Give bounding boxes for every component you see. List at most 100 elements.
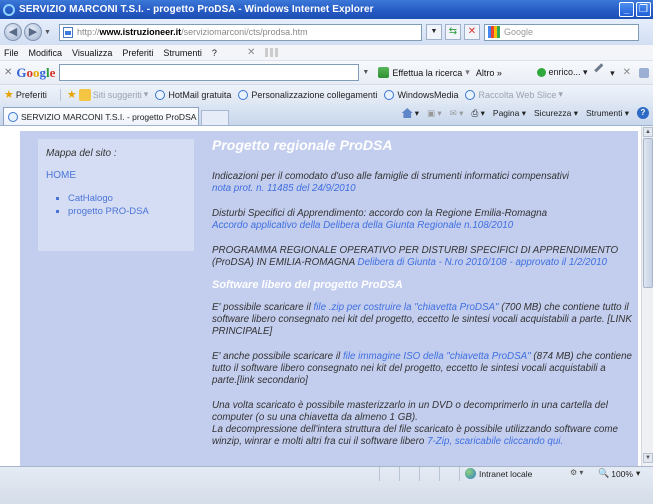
new-tab-button[interactable] bbox=[201, 110, 229, 125]
print-button[interactable]: ⎙ ▾ bbox=[471, 108, 484, 119]
page-viewport: Mappa del sito : HOME CatHalogo progetto… bbox=[0, 126, 641, 466]
favorite-link-windowsmedia[interactable]: WindowsMedia bbox=[384, 89, 458, 100]
favorites-button[interactable]: ★ Preferiti bbox=[4, 88, 47, 101]
menu-help[interactable]: ? bbox=[212, 48, 217, 58]
globe-icon bbox=[465, 468, 476, 479]
address-tools: ▼ ⇆ ✕ bbox=[425, 24, 480, 40]
google-search-button-label: Effettua la ricerca bbox=[392, 67, 463, 78]
addon-icon[interactable] bbox=[639, 67, 649, 78]
status-segment bbox=[380, 467, 400, 481]
page-icon bbox=[62, 26, 73, 38]
paragraph-text: Una volta scaricato è possibile masteriz… bbox=[212, 400, 608, 423]
ie-page-icon bbox=[384, 89, 395, 100]
google-search-dropdown-icon[interactable]: ▼ bbox=[362, 69, 372, 76]
suggested-sites-label: Siti suggeriti bbox=[92, 89, 142, 100]
google-more-label: Altro » bbox=[475, 67, 502, 78]
paragraph-iso: E' anche possibile scaricare il file imm… bbox=[212, 351, 632, 387]
favorite-link-hotmail[interactable]: HotMail gratuita bbox=[155, 89, 232, 100]
page-menu-label: Pagina bbox=[492, 107, 520, 118]
url-path: /serviziomarconi/cts/prodsa.htm bbox=[181, 27, 308, 37]
menu-favorites[interactable]: Preferiti bbox=[122, 48, 153, 58]
iso-download-link[interactable]: file immagine ISO della "chiavetta ProDS… bbox=[343, 351, 531, 362]
suggested-sites-icon bbox=[78, 88, 91, 101]
nota-prot-link[interactable]: nota prot. n. 11485 del 24/9/2010 bbox=[212, 183, 356, 194]
zip-download-link[interactable]: file .zip per costruire la "chiavetta Pr… bbox=[314, 302, 499, 313]
status-segments bbox=[0, 467, 653, 481]
favorite-label: Personalizzazione collegamenti bbox=[251, 89, 378, 100]
status-segment bbox=[420, 467, 440, 481]
security-zone[interactable]: Intranet locale bbox=[465, 468, 532, 479]
google-search-input[interactable] bbox=[59, 64, 360, 81]
page-menu[interactable]: Pagina ▾ bbox=[493, 108, 526, 119]
window-controls: _ ❐ bbox=[619, 2, 651, 17]
history-dropdown-icon[interactable]: ▼ bbox=[44, 29, 51, 36]
protected-mode-icon[interactable]: ⚙ ▾ bbox=[570, 468, 583, 477]
google-toolbar-right: enrico... ▾ ▾ ✕ bbox=[536, 63, 649, 79]
list-item: progetto PRO-DSA bbox=[68, 205, 186, 218]
google-search-button[interactable]: Effettua la ricerca ▾ bbox=[378, 67, 470, 78]
delibera-link[interactable]: Delibera di Giunta - N.ro 2010/108 - app… bbox=[358, 257, 607, 268]
search-placeholder: Google bbox=[503, 27, 533, 37]
ie-page-icon bbox=[465, 89, 476, 100]
menu-view[interactable]: Visualizza bbox=[72, 48, 112, 58]
stop-icon[interactable]: ✕ bbox=[463, 24, 480, 40]
scroll-thumb[interactable] bbox=[643, 138, 653, 288]
accordo-link[interactable]: Accordo applicativo della Delibera della… bbox=[212, 220, 513, 231]
menu-edit[interactable]: Modifica bbox=[29, 48, 63, 58]
site-map-title: Mappa del sito : bbox=[46, 148, 117, 159]
menu-bar: File Modifica Visualizza Preferiti Strum… bbox=[0, 45, 653, 61]
favorite-link-personalizzazione[interactable]: Personalizzazione collegamenti bbox=[238, 89, 378, 100]
tools-menu[interactable]: Strumenti ▾ bbox=[586, 108, 629, 119]
settings-button[interactable]: ▾ bbox=[593, 63, 615, 79]
toolbar-close-icon[interactable]: ✕ bbox=[4, 67, 12, 78]
status-segment bbox=[0, 467, 380, 481]
page-body: Mappa del sito : HOME CatHalogo progetto… bbox=[20, 131, 638, 466]
tab-prodsa[interactable]: SERVIZIO MARCONI T.S.I. - progetto ProDS… bbox=[3, 107, 199, 125]
add-favorite-icon: ★ bbox=[66, 89, 77, 101]
page-title: Progetto regionale ProDSA bbox=[212, 137, 393, 153]
7zip-link[interactable]: 7-Zip, scaricabile cliccando qui. bbox=[427, 436, 563, 447]
address-dropdown-icon[interactable]: ▼ bbox=[425, 24, 442, 40]
zoom-control[interactable]: 🔍 100% ▾ bbox=[598, 468, 640, 479]
url-host: www.istruzioneer.it bbox=[99, 27, 182, 37]
cathalogo-link[interactable]: CatHalogo bbox=[68, 193, 113, 204]
forward-button[interactable]: ▶ bbox=[24, 23, 42, 41]
home-link[interactable]: HOME bbox=[46, 170, 186, 181]
main-content: Progetto regionale ProDSA Indicazioni pe… bbox=[212, 137, 632, 448]
scroll-down-icon[interactable]: ▼ bbox=[643, 453, 653, 463]
scroll-up-icon[interactable]: ▲ bbox=[643, 127, 653, 137]
paragraph-text: E' possibile scaricare il bbox=[212, 302, 311, 313]
google-user-button[interactable]: enrico... ▾ bbox=[536, 67, 588, 78]
refresh-icon[interactable]: ⇆ bbox=[444, 24, 461, 40]
paragraph-text: E' anche possibile scaricare il bbox=[212, 351, 341, 362]
close-icon[interactable]: ✕ bbox=[247, 47, 255, 58]
vertical-scrollbar[interactable]: ▲ ▼ bbox=[641, 126, 653, 466]
favorite-label: HotMail gratuita bbox=[168, 89, 232, 100]
google-more-button[interactable]: Altro » bbox=[476, 68, 502, 78]
feeds-button[interactable]: ▣ ▾ bbox=[427, 108, 442, 119]
back-button[interactable]: ◀ bbox=[4, 23, 22, 41]
minimize-button[interactable]: _ bbox=[619, 2, 634, 17]
mail-button[interactable]: ✉ ▾ bbox=[450, 108, 464, 119]
add-favorite-button[interactable]: ★ Siti suggeriti ▾ bbox=[67, 88, 148, 101]
menu-tools[interactable]: Strumenti bbox=[163, 48, 202, 58]
menu-file[interactable]: File bbox=[4, 48, 19, 58]
paragraph-programma: PROGRAMMA REGIONALE OPERATIVO PER DISTUR… bbox=[212, 245, 632, 269]
google-user-label: enrico... bbox=[548, 67, 581, 77]
prodsa-link[interactable]: progetto PRO-DSA bbox=[68, 206, 149, 217]
google-search-icon bbox=[487, 26, 500, 38]
tab-label: SERVIZIO MARCONI T.S.I. - progetto ProDS… bbox=[21, 111, 197, 122]
favorites-label: Preferiti bbox=[15, 89, 47, 100]
paragraph-text: Disturbi Specifici di Apprendimento: acc… bbox=[212, 208, 548, 219]
address-input[interactable]: http:// www.istruzioneer.it /serviziomar… bbox=[58, 23, 422, 41]
wrench-icon bbox=[593, 63, 610, 79]
restore-button[interactable]: ❐ bbox=[636, 2, 651, 17]
signal-icon bbox=[265, 48, 282, 57]
star-icon: ★ bbox=[4, 89, 14, 101]
webslice-gallery[interactable]: Raccolta Web Slice ▾ bbox=[465, 89, 563, 100]
search-input[interactable]: Google bbox=[483, 23, 639, 41]
security-menu[interactable]: Sicurezza ▾ bbox=[534, 108, 578, 119]
home-button[interactable]: ▾ bbox=[401, 108, 419, 119]
help-icon[interactable]: ? bbox=[637, 107, 649, 119]
google-close-icon[interactable]: ✕ bbox=[623, 67, 631, 78]
